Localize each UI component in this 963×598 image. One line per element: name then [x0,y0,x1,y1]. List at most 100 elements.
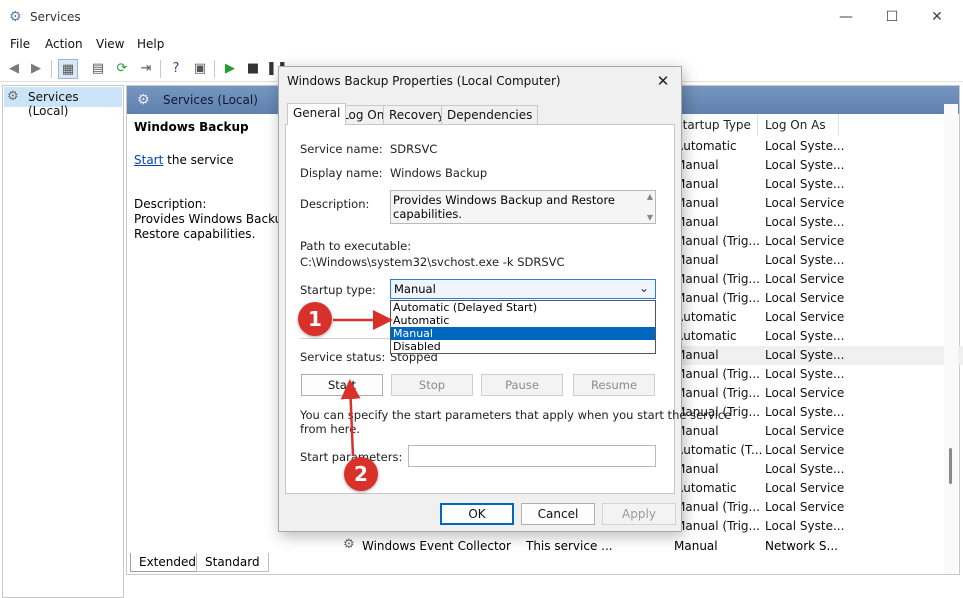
table-row[interactable]: Manual Local Service [673,422,963,441]
table-row[interactable]: Manual Local Syste... [673,346,963,365]
apply-button[interactable]: Apply [602,503,676,525]
tree-item-services-local[interactable]: ⚙ Services (Local) [4,87,122,118]
vertical-scrollbar[interactable] [944,104,958,574]
table-row[interactable]: Manual (Trig... Local Service [673,289,963,308]
service-logon: Local Service [765,310,845,324]
table-row[interactable]: Manual Local Service [673,194,963,213]
start-params-input[interactable] [408,445,656,467]
dialog-title: Windows Backup Properties (Local Compute… [287,74,561,88]
tab-general[interactable]: General [287,103,347,125]
service-logon: Local Service [765,272,845,286]
table-row[interactable]: Manual Local Syste... [673,460,963,479]
table-row[interactable]: ⚙ Windows Event Collector This service .… [343,537,943,556]
help-icon[interactable]: ? [166,59,186,79]
service-startup: Manual (Trig... [675,519,760,533]
tab-extended[interactable]: Extended [130,553,205,572]
display-name-value: Windows Backup [390,166,488,180]
service-logon: Local Syste... [765,177,845,191]
service-logon: Local Service [765,424,845,438]
minimize-button[interactable]: — [823,4,869,30]
menu-action[interactable]: Action [45,37,83,51]
column-log-on-as[interactable]: Log On As [765,118,826,132]
table-row[interactable]: Manual (Trig... Local Service [673,270,963,289]
service-name-value: SDRSVC [390,142,438,156]
maximize-button[interactable]: ☐ [869,4,915,30]
resume-button[interactable]: Resume [573,374,655,396]
startup-type-value: Manual [394,282,436,296]
service-startup: Manual (Trig... [675,386,760,400]
tab-dependencies[interactable]: Dependencies [441,105,539,125]
service-logon: Local Syste... [765,462,845,476]
service-logon: Local Syste... [765,519,845,533]
service-startup: Automatic [675,310,737,324]
service-gear-icon: ⚙ [343,537,355,552]
menu-file[interactable]: File [10,37,30,51]
service-logon: Local Service [765,443,845,457]
service-startup: Manual (Trig... [675,234,760,248]
option-automatic[interactable]: Automatic [391,314,655,327]
cancel-button[interactable]: Cancel [521,503,595,525]
table-row[interactable]: Manual (Trig... Local Syste... [673,365,963,384]
table-row[interactable]: Automatic Local Service [673,308,963,327]
service-logon: Local Service [765,386,845,400]
menu-help[interactable]: Help [137,37,164,51]
services-gear-icon: ⚙ [137,92,150,108]
start-service-link[interactable]: Start [134,153,163,167]
show-tree-icon[interactable]: ▦ [58,59,78,79]
table-row[interactable]: Automatic (T... Local Service [673,441,963,460]
service-startup: Manual (Trig... [675,500,760,514]
forward-arrow-icon[interactable]: ▶ [26,59,46,79]
table-row[interactable]: Automatic Local Service [673,479,963,498]
startup-type-select[interactable]: Manual ⌄ [390,279,656,299]
service-logon: Local Syste... [765,367,845,381]
description-box[interactable]: Provides Windows Backup and Restore capa… [390,190,656,224]
start-button[interactable]: Start [301,374,383,396]
table-row[interactable]: Manual Local Syste... [673,175,963,194]
step-badge-2: 2 [344,457,378,491]
stop-icon[interactable]: ■ [243,59,263,79]
ok-button[interactable]: OK [440,503,514,525]
table-row[interactable]: Manual (Trig... Local Service [673,232,963,251]
option-automatic-delayed[interactable]: Automatic (Delayed Start) [391,301,655,314]
description-label: Description: [134,197,207,211]
table-row[interactable]: Manual (Trig... Local Service [673,498,963,517]
scrollbar-thumb[interactable] [949,448,952,484]
export-list-icon[interactable]: ⇥ [136,59,156,79]
menu-view[interactable]: View [96,37,124,51]
column-divider [838,114,839,136]
option-disabled[interactable]: Disabled [391,340,655,353]
service-startup: Manual (Trig... [675,272,760,286]
tab-standard[interactable]: Standard [196,553,269,572]
window-title: Services [30,10,81,24]
column-startup-type[interactable]: Startup Type [675,118,751,132]
scroll-up-icon[interactable]: ▲ [647,192,653,201]
services-gear-icon: ⚙ [7,89,19,104]
table-row[interactable]: Automatic Local Syste... [673,327,963,346]
back-arrow-icon[interactable]: ◀ [4,59,24,79]
table-row[interactable]: Manual Local Syste... [673,156,963,175]
play-icon[interactable]: ▶ [220,59,240,79]
pause-button[interactable]: Pause [481,374,563,396]
display-name-label: Display name: [300,166,383,180]
service-status-label: Service status: [300,350,386,364]
action-pane-icon[interactable]: ▣ [190,59,210,79]
table-row[interactable]: Manual Local Syste... [673,251,963,270]
refresh-icon[interactable]: ⟳ [112,59,132,79]
table-row[interactable]: Manual (Trig... Local Service [673,384,963,403]
service-startup: Manual (Trig... [675,291,760,305]
view-tabs: Extended Standard [126,553,426,573]
table-row[interactable]: Automatic Local Syste... [673,137,963,156]
stop-button[interactable]: Stop [391,374,473,396]
properties-icon[interactable]: ▤ [88,59,108,79]
option-manual[interactable]: Manual [391,327,655,340]
table-row[interactable]: Manual Local Syste... [673,213,963,232]
close-icon[interactable]: ✕ [651,70,675,92]
close-window-button[interactable]: ✕ [914,4,960,30]
description-label: Description: [300,197,370,211]
scroll-down-icon[interactable]: ▼ [647,213,653,222]
service-logon: Local Syste... [765,348,845,362]
pane-header-title: Services (Local) [163,93,258,107]
toolbar-divider [51,60,52,78]
table-row[interactable]: Manual (Trig... Local Syste... [673,517,963,536]
startup-type-dropdown: Automatic (Delayed Start) Automatic Manu… [390,300,656,354]
